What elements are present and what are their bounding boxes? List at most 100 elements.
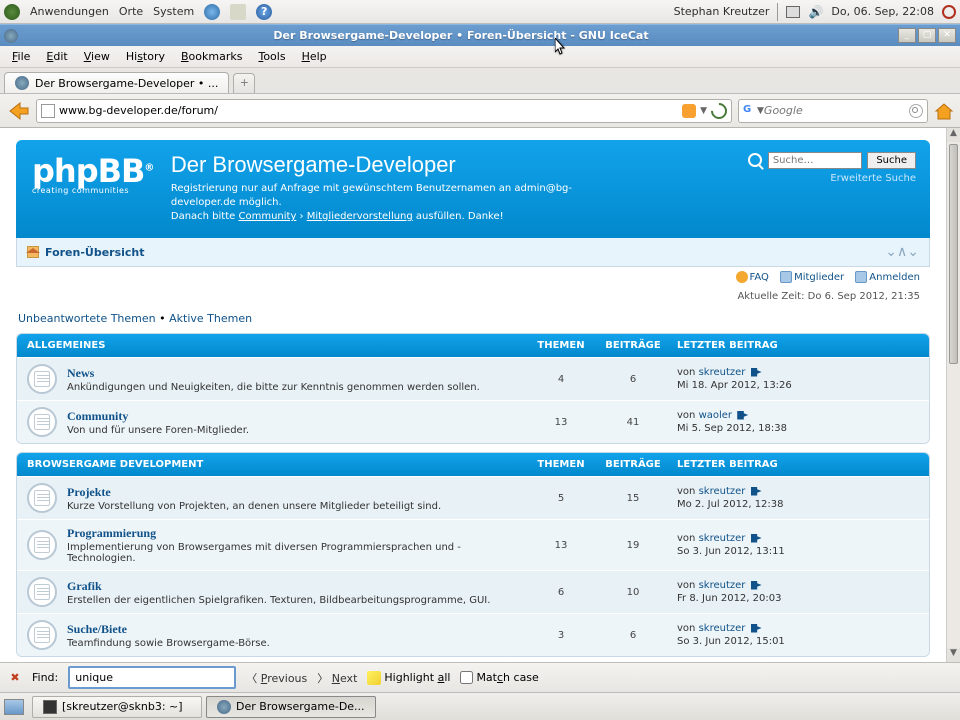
findbar-close-icon[interactable]: ✖ — [8, 671, 22, 685]
feed-icon[interactable] — [682, 104, 696, 118]
menu-file[interactable]: File — [6, 48, 36, 65]
taskbar-browser-button[interactable]: Der Browsergame-De... — [206, 696, 376, 718]
browser-launcher-icon[interactable] — [204, 4, 220, 20]
menu-tools[interactable]: Tools — [252, 48, 291, 65]
advanced-search-link[interactable]: Erweiterte Suche — [830, 173, 916, 184]
mail-launcher-icon[interactable] — [230, 4, 246, 20]
window-titlebar[interactable]: Der Browsergame-Developer • Foren-Übersi… — [0, 24, 960, 46]
page-identity-icon[interactable] — [41, 104, 55, 118]
menu-view[interactable]: View — [78, 48, 116, 65]
forum-title-link[interactable]: Community — [67, 409, 128, 423]
menu-help[interactable]: Help — [296, 48, 333, 65]
back-button-icon[interactable] — [6, 99, 30, 123]
forum-row: Suche/BieteTeamfindung sowie Browsergame… — [17, 613, 929, 656]
shutdown-icon[interactable] — [942, 5, 956, 19]
last-post-user-link[interactable]: skreutzer — [699, 486, 746, 497]
tab-label: Der Browsergame-Developer • ... — [35, 77, 218, 90]
topic-count: 5 — [525, 493, 597, 504]
close-button[interactable]: ✕ — [938, 28, 956, 43]
search-go-icon[interactable] — [909, 104, 923, 118]
forum-description: Ankündigungen und Neuigkeiten, die bitte… — [67, 382, 525, 393]
view-last-post-icon[interactable] — [751, 624, 762, 633]
view-last-post-icon[interactable] — [737, 411, 748, 420]
help-launcher-icon[interactable]: ? — [256, 4, 272, 20]
menu-bookmarks[interactable]: Bookmarks — [175, 48, 248, 65]
tab-favicon-icon — [15, 76, 29, 90]
view-last-post-icon[interactable] — [751, 487, 762, 496]
volume-icon[interactable]: 🔊 — [808, 5, 823, 19]
forum-title-link[interactable]: News — [67, 366, 94, 380]
panel-divider — [777, 3, 778, 21]
url-input[interactable] — [59, 104, 682, 117]
menu-history[interactable]: History — [120, 48, 171, 65]
clock-label[interactable]: Do, 06. Sep, 22:08 — [831, 5, 934, 18]
intro-link[interactable]: Mitgliedervorstellung — [307, 211, 413, 222]
category-name[interactable]: Browsergame Development — [27, 459, 525, 470]
search-input[interactable] — [764, 104, 909, 117]
last-post-user-link[interactable]: skreutzer — [699, 623, 746, 634]
find-bar: ✖ Find: 〈 Previous 〉 Next Highlight all … — [0, 662, 960, 692]
active-topics-link[interactable]: Aktive Themen — [169, 312, 252, 325]
last-post-user-link[interactable]: skreutzer — [699, 580, 746, 591]
post-count: 6 — [597, 374, 669, 385]
topic-count: 6 — [525, 587, 597, 598]
menu-places[interactable]: Orte — [119, 5, 143, 18]
show-desktop-icon[interactable] — [4, 699, 24, 715]
forum-title-link[interactable]: Grafik — [67, 579, 102, 593]
find-input[interactable] — [68, 666, 236, 689]
faq-link[interactable]: FAQ — [750, 272, 769, 283]
breadcrumb-home-icon[interactable] — [27, 246, 39, 258]
highlight-all-button[interactable]: Highlight all — [367, 671, 450, 685]
community-link[interactable]: Community — [238, 211, 296, 222]
menu-system[interactable]: System — [153, 5, 194, 18]
forum-title-link[interactable]: Programmierung — [67, 526, 156, 540]
last-post-user-link[interactable]: waoler — [699, 410, 732, 421]
find-next-button[interactable]: 〉 Next — [317, 670, 357, 686]
category-name[interactable]: Allgemeines — [27, 340, 525, 351]
browser-toolbar: ▼ G ▼ — [0, 94, 960, 128]
members-link[interactable]: Mitglieder — [794, 272, 844, 283]
url-dropdown-icon[interactable]: ▼ — [700, 106, 707, 116]
forum-search-button[interactable]: Suche — [867, 152, 916, 169]
forum-search-input[interactable] — [768, 152, 862, 169]
forum-title-link[interactable]: Projekte — [67, 485, 111, 499]
view-last-post-icon[interactable] — [751, 534, 762, 543]
forum-description: Erstellen der eigentlichen Spielgrafiken… — [67, 595, 525, 606]
last-post-user-link[interactable]: skreutzer — [699, 533, 746, 544]
unanswered-link[interactable]: Unbeantwortete Themen — [18, 312, 156, 325]
last-post-info: von skreutzer So 3. Jun 2012, 13:11 — [669, 532, 919, 558]
view-last-post-icon[interactable] — [751, 581, 762, 590]
last-post-user-link[interactable]: skreutzer — [699, 367, 746, 378]
find-previous-button[interactable]: 〈 Previous — [246, 670, 307, 686]
new-tab-button[interactable]: + — [233, 73, 255, 93]
scrollbar-thumb[interactable] — [949, 144, 958, 364]
username-label[interactable]: Stephan Kreutzer — [674, 5, 770, 18]
menu-applications[interactable]: Anwendungen — [30, 5, 109, 18]
post-count: 19 — [597, 540, 669, 551]
search-bar[interactable]: G ▼ — [738, 99, 928, 123]
view-last-post-icon[interactable] — [751, 368, 762, 377]
vertical-scrollbar[interactable]: ▲ ▼ — [946, 128, 960, 662]
topic-count: 4 — [525, 374, 597, 385]
menu-edit[interactable]: Edit — [40, 48, 73, 65]
url-bar[interactable]: ▼ — [36, 99, 732, 123]
login-link[interactable]: Anmelden — [869, 272, 920, 283]
phpbb-logo[interactable]: phpBB® creating communities — [32, 152, 153, 195]
browser-tab[interactable]: Der Browsergame-Developer • ... — [4, 72, 229, 93]
keyboard-indicator-icon[interactable] — [786, 6, 800, 18]
forum-status-icon — [27, 530, 57, 560]
home-button-icon[interactable] — [934, 102, 954, 120]
breadcrumb-index-link[interactable]: Foren-Übersicht — [45, 246, 145, 259]
scroll-down-icon[interactable]: ▼ — [947, 648, 960, 662]
forum-category: Browsergame DevelopmentThemenBeiträgeLet… — [16, 452, 930, 657]
minimize-button[interactable]: _ — [898, 28, 916, 43]
match-case-checkbox[interactable]: Match case — [460, 671, 538, 684]
engine-dropdown-icon[interactable]: ▼ — [757, 106, 764, 116]
forum-title-link[interactable]: Suche/Biete — [67, 622, 127, 636]
expand-collapse-icon[interactable]: ⌄∧⌄ — [885, 244, 919, 260]
taskbar-terminal-button[interactable]: [skreutzer@sknb3: ~] — [32, 696, 202, 718]
google-engine-icon[interactable]: G — [743, 104, 757, 118]
scroll-up-icon[interactable]: ▲ — [947, 128, 960, 142]
reload-button-icon[interactable] — [708, 99, 731, 122]
maximize-button[interactable]: ▢ — [918, 28, 936, 43]
